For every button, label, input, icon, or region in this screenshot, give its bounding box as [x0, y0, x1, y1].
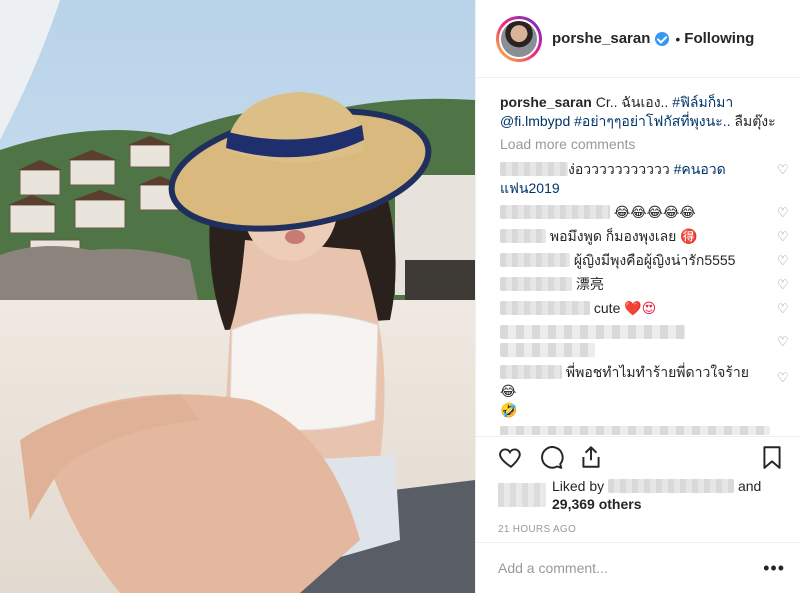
post-sidebar: porshe_saran • Following porshe_saran Cr… — [475, 0, 800, 593]
blurred-comment — [500, 325, 685, 339]
header-username[interactable]: porshe_saran — [552, 30, 650, 47]
comment-text: 漂亮 — [575, 276, 604, 292]
caption-hashtag[interactable]: #อย่าๆๆอย่าโฟกัสที่พุงนะ.. — [574, 113, 730, 129]
post-caption: porshe_saran Cr.. ฉันเอง.. #ฟิล์มก็มา @f… — [500, 93, 785, 131]
likes-summary: Liked by and 29,369 others — [498, 477, 785, 513]
add-comment-bar: ••• — [476, 542, 800, 593]
post-actions: Liked by and 29,369 others 21 HOURS AGO — [476, 436, 800, 535]
heart-icon[interactable] — [498, 444, 524, 470]
comment-item: 😂😂😂😂😂 ♡ — [500, 203, 790, 222]
comment-like-heart-icon[interactable]: ♡ — [777, 302, 790, 315]
comment-like-heart-icon[interactable]: ♡ — [777, 206, 790, 219]
liked-by-label: Liked by — [552, 478, 605, 494]
comment-like-heart-icon[interactable]: ♡ — [777, 335, 790, 348]
caption-username[interactable]: porshe_saran — [500, 94, 592, 110]
avatar[interactable] — [496, 15, 542, 62]
comment-item: ผู้ญิงมีพุงคือผู้ญิงน่ารัก5555 ♡ — [500, 251, 790, 270]
comment-like-heart-icon[interactable]: ♡ — [777, 163, 790, 176]
comment-item: พอมึงพูด ก็มองพุงเลย 🉐 ♡ — [500, 227, 790, 246]
caption-mention[interactable]: @fi.lmbypd — [500, 113, 570, 129]
comment-emoji: ❤️😍 — [624, 300, 657, 316]
comment-icon[interactable] — [538, 444, 564, 470]
comment-item: cute ❤️😍 ♡ — [500, 299, 790, 318]
comment-emoji: 🤣 — [500, 402, 518, 418]
blurred-username[interactable] — [500, 277, 572, 291]
post-photo[interactable] — [0, 0, 475, 593]
blurred-username[interactable] — [500, 205, 610, 219]
caption-text-end: ลืมตุ๊งะ — [734, 113, 776, 129]
comment-item: 漂亮 ♡ — [500, 275, 790, 294]
caption-text: Cr.. ฉันเอง.. — [595, 94, 669, 110]
blurred-username[interactable] — [500, 301, 590, 315]
comments-list[interactable]: porshe_saran Cr.. ฉันเอง.. #ฟิล์มก็มา @f… — [476, 79, 800, 435]
blurred-username[interactable] — [500, 229, 546, 243]
post-photo-image — [0, 0, 475, 593]
likes-count-link[interactable]: 29,369 others — [552, 496, 642, 512]
post-timestamp[interactable]: 21 HOURS AGO — [498, 524, 785, 535]
comment-like-heart-icon[interactable]: ♡ — [777, 371, 790, 384]
and-label: and — [737, 478, 762, 494]
comment-item: ง่อววววววววววว #คนอวด แฟน2019 ♡ — [500, 160, 790, 198]
comment-text: 😂😂😂😂😂 — [613, 204, 696, 220]
separator-dot: • — [675, 30, 681, 47]
comment-like-heart-icon[interactable]: ♡ — [777, 254, 790, 267]
blurred-liker-name[interactable] — [608, 479, 735, 493]
comment-item: ♡ — [500, 325, 790, 357]
blurred-liker-avatars[interactable] — [498, 483, 546, 507]
share-icon[interactable] — [578, 444, 604, 470]
comment-text: cute — [593, 300, 621, 316]
comment-item: พี่พอชทำไมทำร้ายพี่ดาวใจร้าย😂 🤣 ♡ — [500, 363, 790, 420]
comment-hashtag[interactable]: #คนอวด — [674, 161, 726, 177]
more-options-icon[interactable]: ••• — [763, 558, 785, 579]
comment-item — [500, 426, 790, 435]
comment-hashtag[interactable]: แฟน2019 — [500, 180, 560, 196]
comment-text: พอมึงพูด ก็มองพุงเลย 🉐 — [549, 228, 698, 244]
comment-like-heart-icon[interactable]: ♡ — [777, 278, 790, 291]
verified-badge-icon — [655, 31, 670, 46]
comment-like-heart-icon[interactable]: ♡ — [777, 230, 790, 243]
add-comment-input[interactable] — [498, 560, 764, 576]
comment-text: ง่อววววววววววว — [568, 161, 670, 177]
load-more-comments-button[interactable]: Load more comments — [500, 135, 789, 154]
blurred-comment — [500, 426, 770, 435]
bookmark-icon[interactable] — [759, 444, 785, 470]
blurred-username[interactable] — [500, 162, 568, 176]
blurred-username[interactable] — [500, 253, 570, 267]
comment-text: ผู้ญิงมีพุงคือผู้ญิงน่ารัก5555 — [573, 252, 736, 268]
caption-hashtag[interactable]: #ฟิล์มก็มา — [672, 94, 733, 110]
post-header: porshe_saran • Following — [476, 0, 800, 78]
blurred-comment — [500, 343, 595, 357]
following-button[interactable]: Following — [684, 30, 754, 47]
blurred-username[interactable] — [500, 365, 562, 379]
